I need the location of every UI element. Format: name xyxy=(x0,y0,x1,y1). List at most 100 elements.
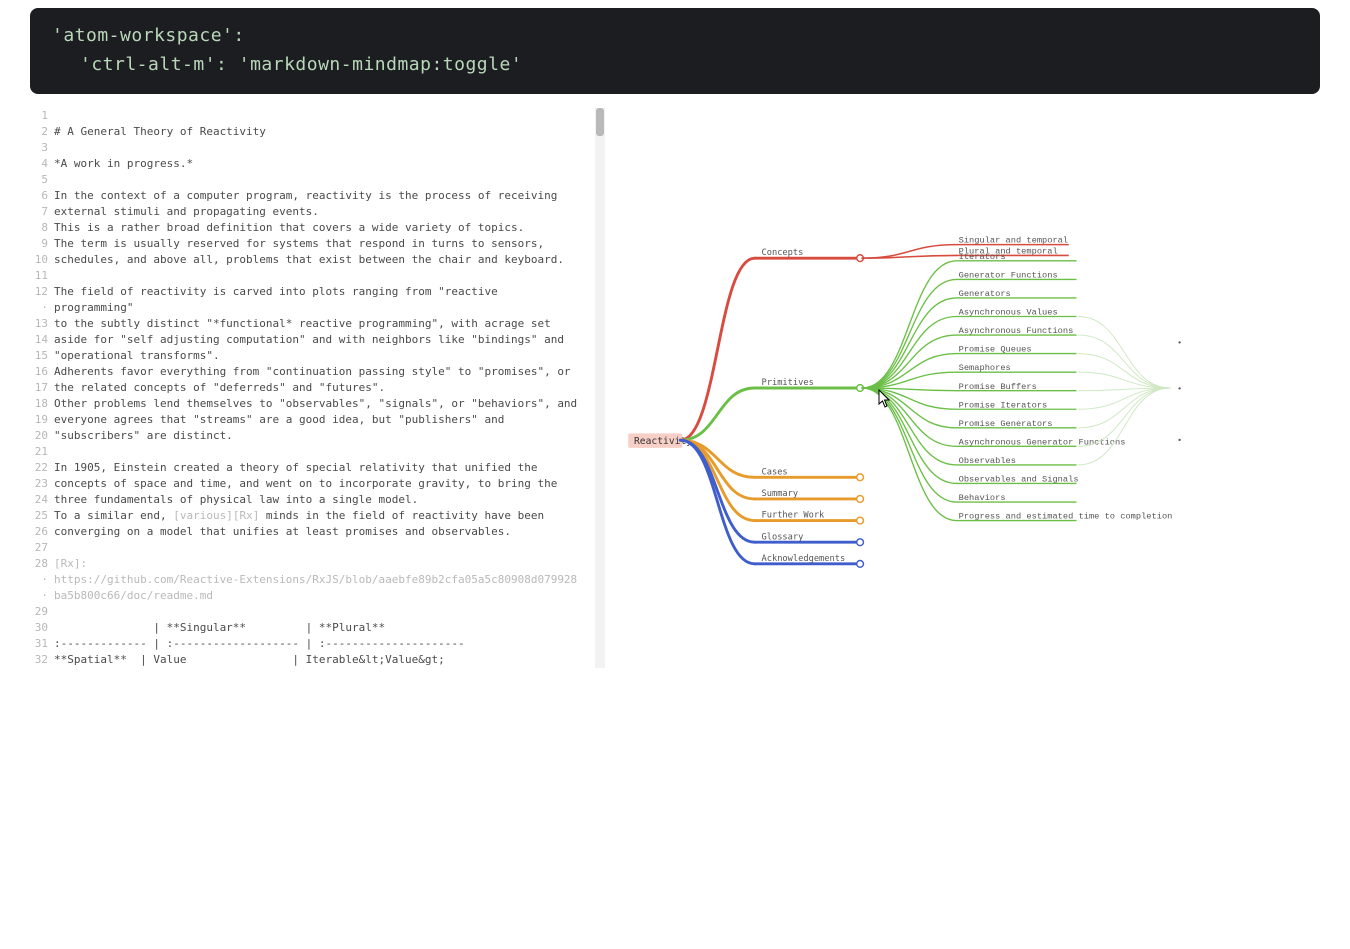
line-number: 12 xyxy=(30,284,48,300)
line-number: 8 xyxy=(30,220,48,236)
line-number: 15 xyxy=(30,348,48,364)
mindmap-leaf-label[interactable]: Promise Generators xyxy=(959,418,1053,428)
mindmap-leaf-label[interactable]: Behaviors xyxy=(959,493,1006,503)
mindmap-leaf-label[interactable]: Progress and estimated time to completio… xyxy=(959,511,1173,521)
code-line[interactable]: [Rx]: xyxy=(54,556,605,572)
mindmap-branch-label[interactable]: Summary xyxy=(762,489,799,499)
mindmap-branch-label[interactable]: Primitives xyxy=(762,378,814,388)
line-number: 27 xyxy=(30,540,48,556)
line-number: 18 xyxy=(30,396,48,412)
code-line[interactable]: "subscribers" are distinct. xyxy=(54,428,605,444)
line-number: · xyxy=(30,572,48,588)
code-line[interactable] xyxy=(54,540,605,556)
editor-scrollbar[interactable] xyxy=(595,108,605,668)
mindmap-leaf-label[interactable]: Asynchronous Values xyxy=(959,307,1058,317)
mindmap-leaf-label[interactable]: Singular and temporal xyxy=(959,235,1068,245)
line-number: 26 xyxy=(30,524,48,540)
mindmap-branch-label[interactable]: Acknowledgements xyxy=(762,554,846,564)
code-line[interactable]: converging on a model that unifies at le… xyxy=(54,524,605,540)
editor-scrollbar-thumb[interactable] xyxy=(596,108,604,136)
mindmap-leaf-label[interactable]: Semaphores xyxy=(959,363,1011,373)
code-line[interactable]: The term is usually reserved for systems… xyxy=(54,236,605,252)
mindmap-node[interactable] xyxy=(857,538,864,545)
keymap-scope: 'atom-workspace': xyxy=(52,25,245,46)
code-line[interactable]: This is a rather broad definition that c… xyxy=(54,220,605,236)
code-line[interactable]: three fundamentals of physical law into … xyxy=(54,492,605,508)
code-line[interactable]: ba5b800c66/doc/readme.md xyxy=(54,588,605,604)
mindmap-collapse-marker[interactable]: • xyxy=(1177,383,1182,393)
code-line[interactable]: https://github.com/Reactive-Extensions/R… xyxy=(54,572,605,588)
code-line[interactable]: aside for "self adjusting computation" a… xyxy=(54,332,605,348)
mindmap-node[interactable] xyxy=(857,517,864,524)
line-number: 23 xyxy=(30,476,48,492)
mindmap-leaf-label[interactable]: Generators xyxy=(959,289,1011,299)
code-line[interactable]: to the subtly distinct "*functional* rea… xyxy=(54,316,605,332)
line-number: 4 xyxy=(30,156,48,172)
markdown-editor-pane[interactable]: 123456789101112·131415161718192021222324… xyxy=(30,108,605,668)
mindmap-branch-label[interactable]: Concepts xyxy=(762,248,804,258)
line-number: · xyxy=(30,300,48,316)
line-number: 25 xyxy=(30,508,48,524)
mindmap-leaf-label[interactable]: Observables xyxy=(959,456,1016,466)
code-line[interactable]: Other problems lend themselves to "obser… xyxy=(54,396,605,412)
code-line[interactable]: "operational transforms". xyxy=(54,348,605,364)
mindmap-leaf-label[interactable]: Generator Functions xyxy=(959,270,1058,280)
code-line[interactable]: everyone agrees that "streams" are a goo… xyxy=(54,412,605,428)
mindmap-node[interactable] xyxy=(857,473,864,480)
line-number: 5 xyxy=(30,172,48,188)
code-line[interactable] xyxy=(54,604,605,620)
mindmap-branch-label[interactable]: Glossary xyxy=(762,532,804,542)
code-line[interactable]: the related concepts of "deferreds" and … xyxy=(54,380,605,396)
mindmap-collapse-marker[interactable]: • xyxy=(1177,338,1182,348)
line-number: 29 xyxy=(30,604,48,620)
keymap-codeblock: 'atom-workspace': 'ctrl-alt-m': 'markdow… xyxy=(30,8,1320,94)
line-number-gutter: 123456789101112·131415161718192021222324… xyxy=(30,108,54,668)
line-number: 16 xyxy=(30,364,48,380)
line-number: 14 xyxy=(30,332,48,348)
line-number: 31 xyxy=(30,636,48,652)
line-number: 24 xyxy=(30,492,48,508)
mindmap-collapse-marker[interactable]: • xyxy=(1177,435,1182,445)
mindmap-leaf-label[interactable]: Promise Buffers xyxy=(959,381,1037,391)
code-line[interactable]: Adherents favor everything from "continu… xyxy=(54,364,605,380)
code-line[interactable] xyxy=(54,172,605,188)
editor-code-area[interactable]: # A General Theory of Reactivity *A work … xyxy=(54,108,605,668)
code-line[interactable] xyxy=(54,268,605,284)
mindmap-pane[interactable]: ReactivityConceptsSingular and temporalP… xyxy=(605,108,1320,668)
mindmap-leaf-label[interactable]: Observables and Signals xyxy=(959,474,1079,484)
code-line[interactable]: external stimuli and propagating events. xyxy=(54,204,605,220)
code-line[interactable]: schedules, and above all, problems that … xyxy=(54,252,605,268)
mindmap-branch-label[interactable]: Cases xyxy=(762,467,788,477)
mindmap-svg[interactable]: ReactivityConceptsSingular and temporalP… xyxy=(605,108,1320,668)
line-number: 3 xyxy=(30,140,48,156)
mindmap-leaf-label[interactable]: Asynchronous Functions xyxy=(959,326,1074,336)
line-number: 11 xyxy=(30,268,48,284)
code-line[interactable]: # A General Theory of Reactivity xyxy=(54,124,605,140)
code-line[interactable]: | **Singular** | **Plural** xyxy=(54,620,605,636)
code-line[interactable]: In the context of a computer program, re… xyxy=(54,188,605,204)
line-number: 28 xyxy=(30,556,48,572)
code-line[interactable]: In 1905, Einstein created a theory of sp… xyxy=(54,460,605,476)
line-number: 22 xyxy=(30,460,48,476)
code-line[interactable]: The field of reactivity is carved into p… xyxy=(54,284,605,300)
line-number: 6 xyxy=(30,188,48,204)
code-line[interactable]: :------------- | :------------------- | … xyxy=(54,636,605,652)
line-number: 2 xyxy=(30,124,48,140)
code-line[interactable]: To a similar end, [various][Rx] minds in… xyxy=(54,508,605,524)
mindmap-leaf-label[interactable]: Asynchronous Generator Functions xyxy=(959,437,1126,447)
line-number: 30 xyxy=(30,620,48,636)
code-line[interactable]: **Spatial** | Value | Iterable&lt;Value&… xyxy=(54,652,605,668)
mindmap-node[interactable] xyxy=(857,560,864,567)
code-line[interactable]: concepts of space and time, and went on … xyxy=(54,476,605,492)
code-line[interactable] xyxy=(54,444,605,460)
code-line[interactable]: programming" xyxy=(54,300,605,316)
mindmap-leaf-label[interactable]: Iterators xyxy=(959,252,1006,262)
code-line[interactable] xyxy=(54,108,605,124)
mindmap-leaf-label[interactable]: Promise Queues xyxy=(959,344,1032,354)
mindmap-branch-label[interactable]: Further Work xyxy=(762,510,826,520)
mindmap-leaf-label[interactable]: Promise Iterators xyxy=(959,400,1048,410)
code-line[interactable] xyxy=(54,140,605,156)
code-line[interactable]: *A work in progress.* xyxy=(54,156,605,172)
mindmap-node[interactable] xyxy=(857,495,864,502)
line-number: 20 xyxy=(30,428,48,444)
